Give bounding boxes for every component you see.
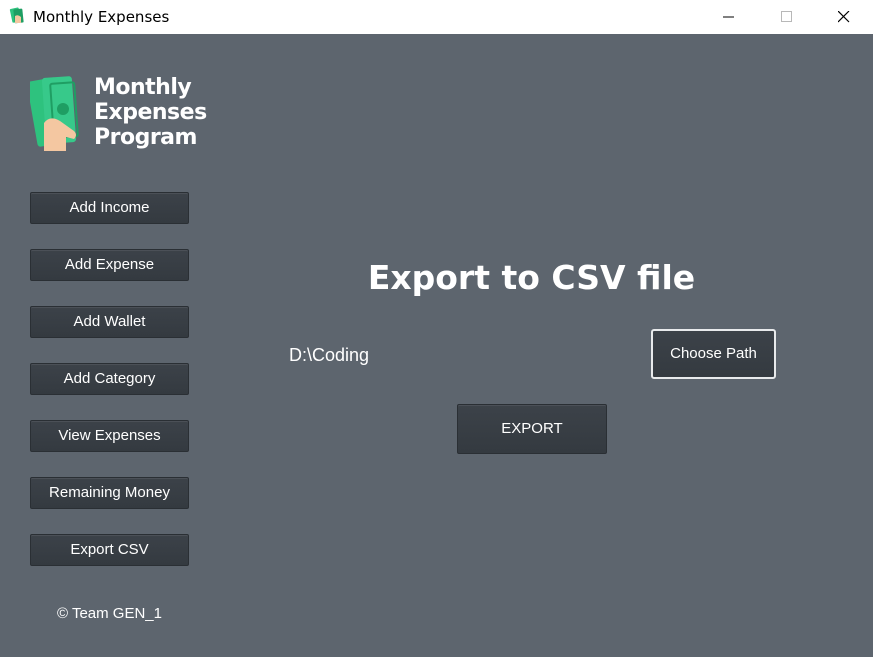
copyright-text: © Team GEN_1 [57,605,162,622]
window-title: Monthly Expenses [33,8,170,26]
logo-line: Monthly [94,75,192,100]
close-button[interactable] [815,0,873,34]
app-window: Monthly Expenses Monthly Expenses Progra… [0,0,873,657]
export-csv-button[interactable]: Export CSV [30,534,189,566]
app-logo: Monthly Expenses Program [26,75,207,155]
export-button[interactable]: EXPORT [457,404,607,454]
choose-path-button[interactable]: Choose Path [651,329,776,379]
remaining-money-button[interactable]: Remaining Money [30,477,189,509]
title-bar: Monthly Expenses [0,0,873,34]
add-wallet-button[interactable]: Add Wallet [30,306,189,338]
selected-path: D:\Coding [289,345,370,365]
maximize-icon [781,11,792,22]
close-icon [838,11,850,23]
money-hand-icon [26,76,79,151]
add-category-button[interactable]: Add Category [30,363,189,395]
view-expenses-button[interactable]: View Expenses [30,420,189,452]
add-expense-button[interactable]: Add Expense [30,249,189,281]
maximize-button[interactable] [758,0,816,34]
logo-text: Monthly Expenses Program [94,75,207,150]
logo-line: Expenses [94,100,207,125]
logo-line: Program [94,125,197,150]
money-hand-icon [9,7,27,25]
minimize-button[interactable] [700,0,758,34]
minimize-icon [723,16,734,18]
add-income-button[interactable]: Add Income [30,192,189,224]
page-title: Export to CSV file [367,258,696,297]
